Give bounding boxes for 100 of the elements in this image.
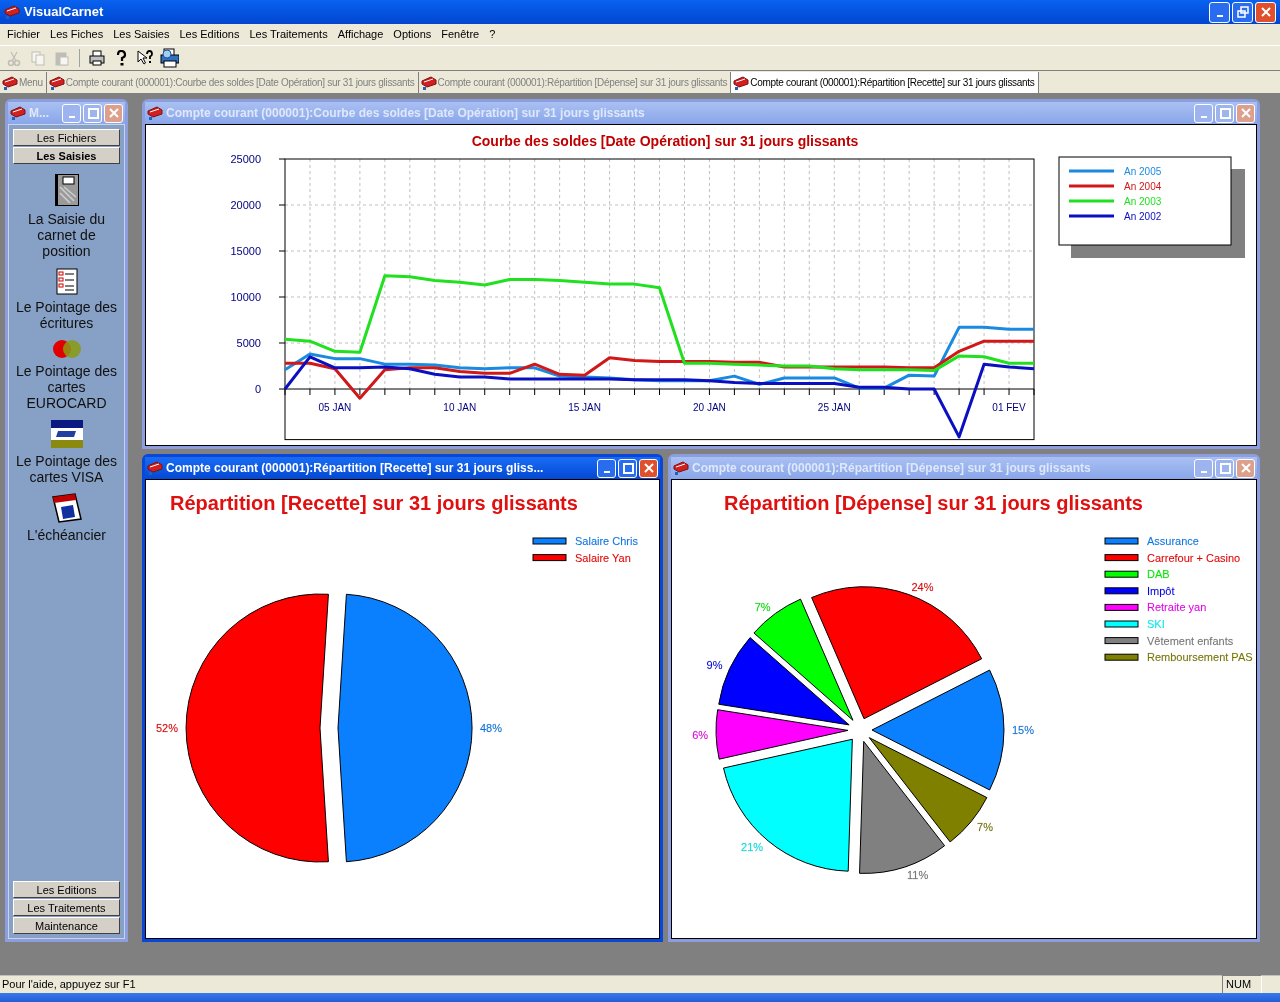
maximize-icon bbox=[1217, 106, 1232, 120]
legend-label: An 2002 bbox=[1124, 211, 1162, 222]
max-button[interactable] bbox=[1215, 103, 1234, 123]
tab[interactable]: Compte courant (000001):Répartition [Recette] sur 31 jours glissants bbox=[731, 72, 1039, 93]
legend-label: Vêtement enfants bbox=[1147, 634, 1234, 647]
close-icon bbox=[1258, 5, 1273, 19]
data-label: 52% bbox=[155, 722, 178, 734]
axis-label: 20000 bbox=[230, 199, 261, 211]
data-label: 21% bbox=[741, 841, 764, 854]
close-button[interactable] bbox=[639, 458, 658, 478]
app-icon bbox=[147, 105, 163, 121]
menu-button[interactable]: Les Editions bbox=[13, 881, 120, 898]
close-icon bbox=[106, 106, 121, 120]
window-title: Compte courant (000001):Courbe des soldes [Date Opération] sur 31 jours glissants bbox=[166, 105, 646, 122]
menu-item[interactable]: ? bbox=[484, 26, 501, 43]
legend-swatch bbox=[1069, 184, 1114, 188]
data-label: 7% bbox=[977, 820, 994, 833]
card-logo-icon bbox=[50, 339, 83, 359]
menu-entry[interactable]: La Saisie du carnet de position bbox=[13, 211, 120, 259]
app-icon bbox=[10, 105, 26, 121]
axis-label: 5000 bbox=[236, 337, 261, 349]
minimize-icon bbox=[1200, 116, 1207, 118]
data-label: 6% bbox=[692, 728, 709, 741]
maximize-icon bbox=[620, 461, 635, 475]
app-icon bbox=[733, 74, 750, 91]
data-label: 9% bbox=[706, 659, 723, 672]
close-icon bbox=[1238, 461, 1253, 475]
data-label: 7% bbox=[754, 601, 771, 614]
data-label: 11% bbox=[906, 868, 929, 881]
menu-entry[interactable]: Le Pointage des cartes VISA bbox=[13, 453, 120, 485]
paste-icon bbox=[54, 50, 70, 66]
close-button[interactable] bbox=[104, 103, 123, 123]
close-button[interactable] bbox=[1236, 458, 1255, 478]
menu-entry[interactable]: Le Pointage des écritures bbox=[13, 299, 120, 331]
menu-entry[interactable]: L'échéancier bbox=[13, 527, 120, 543]
axis-label: 25000 bbox=[230, 153, 261, 165]
legend-label: Salaire Chris bbox=[575, 535, 638, 547]
menu-button[interactable]: Les Fichiers bbox=[13, 129, 120, 146]
max-button[interactable] bbox=[618, 458, 637, 478]
axis-label: 0 bbox=[254, 383, 261, 395]
menu-button[interactable]: Maintenance bbox=[13, 917, 120, 934]
app-icon bbox=[147, 460, 163, 476]
legend-label: Remboursement PAS bbox=[1147, 651, 1253, 664]
axis-label: 25 JAN bbox=[817, 402, 851, 413]
restore-icon bbox=[1235, 5, 1250, 19]
axis-label: 10 JAN bbox=[443, 402, 477, 413]
close-icon bbox=[1238, 106, 1253, 120]
minimize-icon bbox=[1200, 471, 1207, 473]
menu-item[interactable]: Les Editions bbox=[174, 26, 245, 43]
checklist-icon bbox=[54, 267, 79, 295]
min-button[interactable] bbox=[597, 458, 616, 478]
axis-label: 15000 bbox=[230, 245, 261, 257]
legend-label: SKI bbox=[1147, 618, 1165, 630]
window-title: M... bbox=[29, 105, 50, 122]
status-message: Pour l'aide, appuyez sur F1 bbox=[1, 977, 137, 993]
minimize-icon bbox=[68, 116, 75, 118]
legend-swatch bbox=[1069, 169, 1114, 173]
legend-label: Carrefour + Casino bbox=[1147, 551, 1241, 564]
data-label: 48% bbox=[480, 722, 503, 734]
window-title: VisualCarnet bbox=[24, 3, 105, 22]
window-title: Compte courant (000001):Répartition [Recette] sur 31 jours gliss... bbox=[166, 460, 545, 477]
app-icon bbox=[673, 460, 689, 476]
menu-item[interactable]: Fenêtre bbox=[436, 26, 485, 43]
minimize-icon bbox=[603, 471, 610, 473]
preview-button[interactable] bbox=[159, 48, 179, 68]
axis-label: 10000 bbox=[230, 291, 261, 303]
legend-label: Assurance bbox=[1147, 535, 1199, 547]
legend-label: An 2004 bbox=[1124, 181, 1162, 192]
calendar-icon bbox=[50, 493, 83, 523]
menu-item[interactable]: Les Fiches bbox=[45, 26, 109, 43]
app-icon bbox=[420, 74, 437, 91]
data-label: 24% bbox=[911, 581, 934, 593]
menu-item[interactable]: Affichage bbox=[332, 26, 389, 43]
print-button[interactable] bbox=[87, 48, 107, 68]
menu-item[interactable]: Options bbox=[388, 26, 437, 43]
legend-label: Salaire Yan bbox=[575, 551, 631, 564]
legend-label: An 2005 bbox=[1124, 166, 1162, 177]
close-button[interactable] bbox=[1236, 103, 1255, 123]
min-button[interactable] bbox=[1209, 1, 1230, 23]
menu-entry[interactable]: Le Pointage des cartes EUROCARD bbox=[13, 363, 120, 411]
menu-button[interactable]: Les Saisies bbox=[13, 147, 120, 164]
restore-button[interactable] bbox=[1232, 1, 1253, 23]
axis-label: 20 JAN bbox=[693, 402, 726, 413]
axis-label: 01 FEV bbox=[992, 402, 1026, 413]
max-button[interactable] bbox=[83, 103, 102, 123]
copy-icon bbox=[30, 50, 46, 66]
chart-title: Répartition [Recette] sur 31 jours glissants bbox=[170, 492, 578, 514]
menu-item[interactable]: Les Saisies bbox=[108, 26, 175, 43]
axis-label: 15 JAN bbox=[568, 402, 601, 413]
menu-item[interactable]: Les Traitements bbox=[244, 26, 333, 43]
app-icon bbox=[2, 74, 18, 91]
menu-button[interactable]: Les Traitements bbox=[13, 899, 120, 916]
menu-item[interactable]: Fichier bbox=[2, 26, 45, 43]
legend-label: An 2003 bbox=[1124, 196, 1162, 207]
close-icon bbox=[641, 461, 656, 475]
max-button[interactable] bbox=[1215, 458, 1234, 478]
legend-swatch bbox=[1069, 199, 1114, 203]
printer-icon bbox=[89, 50, 105, 66]
minimize-icon bbox=[1216, 15, 1223, 17]
close-button[interactable] bbox=[1255, 1, 1276, 23]
